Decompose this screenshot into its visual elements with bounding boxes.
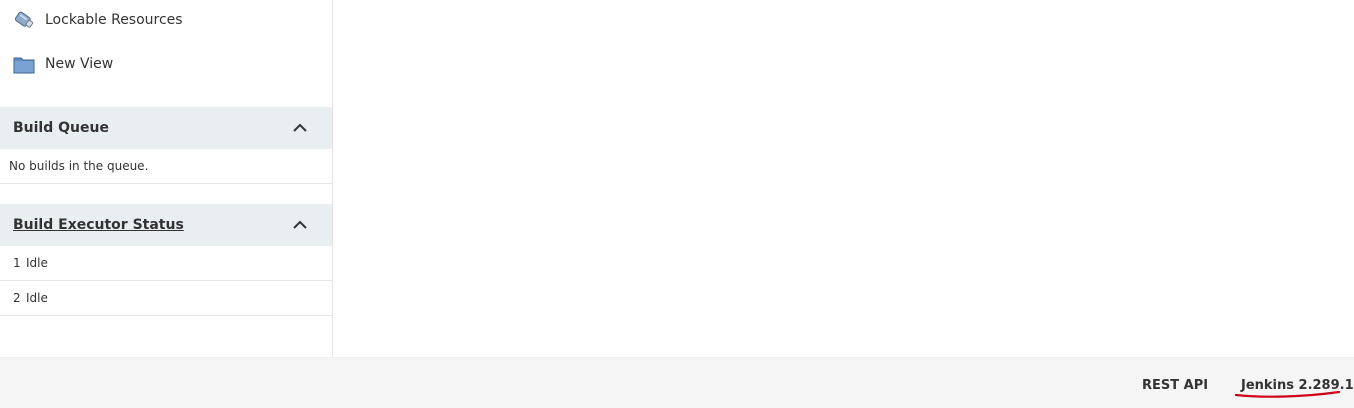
build-queue-title: Build Queue [13,120,109,136]
build-queue-header: Build Queue [0,107,332,149]
task-new-view[interactable]: New View [12,52,113,76]
executor-status: Idle [26,291,48,305]
executor-number: 1 [13,256,21,270]
executor-status: Idle [26,256,48,270]
rest-api-link[interactable]: REST API [1142,378,1208,393]
chevron-up-icon[interactable] [292,217,308,233]
page-footer: REST API Jenkins 2.289.1 [0,357,1354,408]
executor-row: 2 Idle [0,281,332,316]
sidebar: Lockable Resources New View Build Queue … [0,0,333,357]
executor-row: 1 Idle [0,246,332,281]
lockable-resources-icon [12,8,36,32]
executor-status-title[interactable]: Build Executor Status [13,217,184,233]
task-label: New View [45,56,114,72]
chevron-up-icon[interactable] [292,120,308,136]
executor-number: 2 [13,291,21,305]
red-underline-annotation [1234,390,1341,398]
folder-icon [12,52,36,76]
build-queue-empty-message: No builds in the queue. [0,149,332,184]
executor-status-header: Build Executor Status [0,204,332,246]
jenkins-page: Lockable Resources New View Build Queue … [0,0,1354,408]
task-lockable-resources[interactable]: Lockable Resources [12,8,183,32]
task-label: Lockable Resources [45,12,183,28]
